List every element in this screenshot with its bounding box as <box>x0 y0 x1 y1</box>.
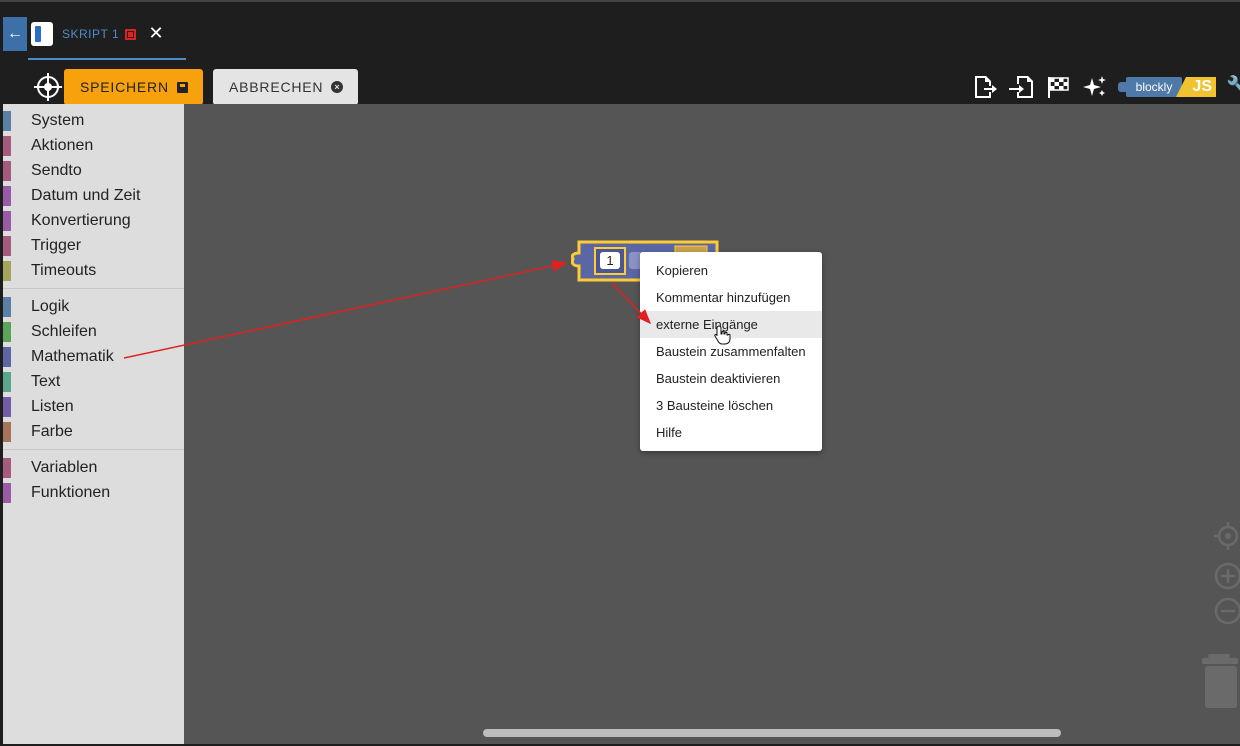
sidebar-item-farbe[interactable]: Farbe <box>3 419 184 444</box>
sidebar-item-funktionen[interactable]: Funktionen <box>3 480 184 505</box>
context-menu-item[interactable]: Kopieren <box>640 257 822 284</box>
sidebar-item-label: Schleifen <box>31 323 97 340</box>
sidebar-item-aktionen[interactable]: Aktionen <box>3 133 184 158</box>
number-field-value: 1 <box>606 253 613 268</box>
floppy-disk-icon <box>176 81 188 93</box>
horizontal-scrollbar[interactable] <box>483 729 1061 737</box>
sidebar-item-label: Trigger <box>31 237 82 254</box>
sidebar-item-mathematik[interactable]: Mathematik <box>3 344 184 369</box>
checkered-flag-icon[interactable] <box>1045 74 1071 100</box>
category-color-bar <box>3 372 11 392</box>
trash-icon[interactable] <box>1200 652 1240 710</box>
category-color-bar <box>3 347 11 367</box>
sidebar-item-listen[interactable]: Listen <box>3 394 184 419</box>
sidebar-item-timeouts[interactable]: Timeouts <box>3 258 184 283</box>
crosshair-icon[interactable] <box>34 73 62 101</box>
context-menu-item[interactable]: Kommentar hinzufügen <box>640 284 822 311</box>
category-color-bar <box>3 236 11 256</box>
sidebar-item-label: Text <box>31 373 61 390</box>
import-icon[interactable] <box>1008 74 1034 100</box>
sidebar-item-datum-und-zeit[interactable]: Datum und Zeit <box>3 183 184 208</box>
close-icon[interactable]: ✕ <box>148 23 164 44</box>
context-menu-item[interactable]: Baustein deaktivieren <box>640 365 822 392</box>
category-color-bar <box>3 422 11 442</box>
category-color-bar <box>3 261 11 281</box>
category-color-bar <box>3 297 11 317</box>
blockly-to-js-button[interactable]: blockly JS <box>1118 75 1218 99</box>
tab-title: SKRIPT 1 <box>62 27 120 41</box>
top-bar: ← SKRIPT 1 ✕ SPEICHERN ABBRECHEN × block… <box>0 0 1240 105</box>
sidebar-item-logik[interactable]: Logik <box>3 294 184 319</box>
sidebar-item-label: Konvertierung <box>31 212 131 229</box>
sidebar-item-label: Logik <box>31 298 70 315</box>
category-color-bar <box>3 397 11 417</box>
sidebar-item-label: Timeouts <box>31 262 97 279</box>
context-menu-item[interactable]: 3 Bausteine löschen <box>640 392 822 419</box>
sidebar-item-label: Mathematik <box>31 348 114 365</box>
context-menu-item[interactable]: Hilfe <box>640 419 822 446</box>
sidebar-item-sendto[interactable]: Sendto <box>3 158 184 183</box>
sidebar-item-variablen[interactable]: Variablen <box>3 455 184 480</box>
sidebar-item-label: Farbe <box>31 423 73 440</box>
cancel-button[interactable]: ABBRECHEN × <box>213 69 358 105</box>
wrench-icon[interactable]: 🔧 <box>1226 74 1240 99</box>
toolbox-sidebar: System Aktionen Sendto Datum und Zeit Konver… <box>3 104 184 744</box>
js-label: JS <box>1176 77 1216 97</box>
sidebar-divider <box>3 449 184 450</box>
blockly-file-icon <box>31 22 53 46</box>
cancel-circle-icon: × <box>331 81 344 93</box>
sidebar-item-label: Listen <box>31 398 74 415</box>
sidebar-item-schleifen[interactable]: Schleifen <box>3 319 184 344</box>
category-color-bar <box>3 483 11 503</box>
back-button[interactable]: ← <box>3 17 27 51</box>
recenter-icon[interactable] <box>1212 522 1240 550</box>
sidebar-item-label: Aktionen <box>31 137 94 154</box>
cancel-button-label: ABBRECHEN <box>229 79 324 95</box>
category-color-bar <box>3 161 11 181</box>
context-menu: Kopieren Kommentar hinzufügen externe Eing… <box>640 252 822 451</box>
arrow-left-icon: ← <box>7 25 23 42</box>
tab-script[interactable]: SKRIPT 1 ✕ <box>28 10 186 60</box>
category-color-bar <box>3 111 11 131</box>
sidebar-item-label: Sendto <box>31 162 82 179</box>
zoom-in-icon[interactable] <box>1212 562 1240 590</box>
blockly-label: blockly <box>1126 77 1182 97</box>
hand-cursor-icon <box>714 325 731 345</box>
zoom-out-icon[interactable] <box>1212 597 1240 625</box>
sidebar-item-label: Datum und Zeit <box>31 187 141 204</box>
sidebar-item-trigger[interactable]: Trigger <box>3 233 184 258</box>
sidebar-item-text[interactable]: Text <box>3 369 184 394</box>
save-button-label: SPEICHERN <box>80 79 169 95</box>
category-color-bar <box>3 458 11 478</box>
stop-icon[interactable] <box>125 29 136 40</box>
sidebar-divider <box>3 288 184 289</box>
sparkles-icon[interactable] <box>1082 74 1108 100</box>
sidebar-item-label: Funktionen <box>31 484 111 501</box>
export-icon[interactable] <box>972 74 998 100</box>
category-color-bar <box>3 186 11 206</box>
sidebar-item-label: System <box>31 112 85 129</box>
category-color-bar <box>3 211 11 231</box>
save-button[interactable]: SPEICHERN <box>64 69 203 105</box>
sidebar-item-konvertierung[interactable]: Konvertierung <box>3 208 184 233</box>
sidebar-item-system[interactable]: System <box>3 108 184 133</box>
category-color-bar <box>3 136 11 156</box>
sidebar-item-label: Variablen <box>31 459 98 476</box>
category-color-bar <box>3 322 11 342</box>
